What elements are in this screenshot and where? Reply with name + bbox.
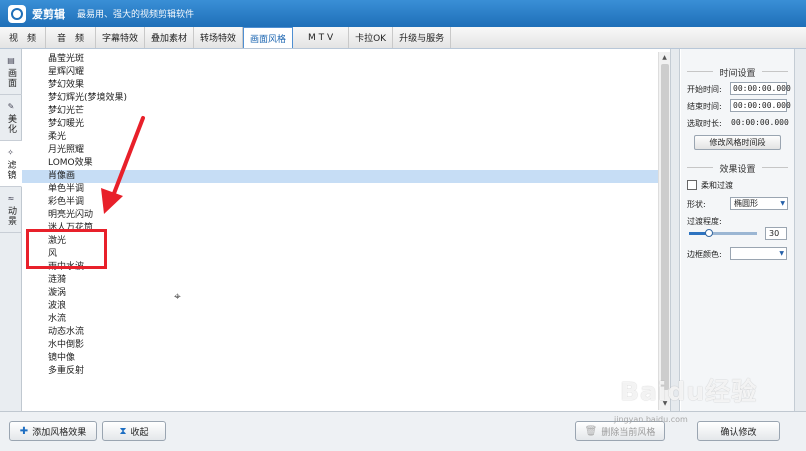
shape-label: 形状: — [687, 200, 706, 209]
list-scrollbar[interactable]: ▲ ▼ — [658, 52, 670, 410]
border-color-select[interactable]: ▼ — [730, 247, 787, 260]
chevron-down-icon: ▼ — [779, 250, 784, 257]
tab-overlay-materials[interactable]: 叠加素材 — [145, 27, 195, 48]
tab-upgrade-service[interactable]: 升级与服务 — [393, 27, 452, 48]
tab-transition-effects[interactable]: 转场特效 — [194, 27, 244, 48]
effect-list: 晶莹光斑 星辉闪耀 梦幻效果 梦幻辉光(梦境效果) 梦幻光芒 梦幻暖光 柔光 月光照耀 LOMO… — [22, 52, 658, 410]
wave-icon: ≈ — [7, 193, 15, 203]
list-item[interactable]: 梦幻效果 — [22, 79, 658, 92]
list-item[interactable]: 梦幻光芒 — [22, 105, 658, 118]
time-settings-heading: 时间设置 — [681, 66, 794, 79]
side-tab-motion[interactable]: ≈ 动景 — [0, 187, 22, 233]
list-item[interactable]: 动态水流 — [22, 326, 658, 339]
start-time-label: 开始时间: — [687, 85, 722, 94]
scroll-up-icon[interactable]: ▲ — [659, 52, 670, 64]
list-item[interactable]: 雨中水波 — [22, 261, 658, 274]
duration-value: 00:00:00.000 — [731, 118, 789, 127]
start-time-input[interactable]: 00:00:00.000 — [730, 82, 791, 95]
tab-karaoke[interactable]: 卡拉OK — [349, 27, 394, 48]
list-item[interactable]: 明亮光闪动 — [22, 209, 658, 222]
screen-icon: ▤ — [7, 55, 15, 65]
tab-subtitle-effects[interactable]: 字幕特效 — [96, 27, 146, 48]
app-logo-icon — [8, 4, 26, 23]
end-time-label: 结束时间: — [687, 102, 722, 111]
list-item[interactable]: 涟漪 — [22, 274, 658, 287]
list-item[interactable]: 水流 — [22, 313, 658, 326]
list-item[interactable]: 镜中像 — [22, 352, 658, 365]
magic-wand-icon: ✎ — [7, 101, 15, 111]
transition-slider-thumb[interactable] — [705, 229, 714, 237]
app-name: 爱剪辑 — [32, 7, 65, 21]
watermark: Baidu经验 jingyan.baidu.com — [614, 377, 758, 424]
border-color-label: 边框颜色: — [687, 250, 722, 259]
highlight-box — [26, 229, 107, 269]
tab-picture-style[interactable]: 画面风格 — [243, 27, 294, 48]
title-bar: 爱剪辑 最易用、强大的视频剪辑软件 — [0, 0, 806, 27]
trash-icon: 🗑 — [584, 425, 598, 437]
list-item[interactable]: 晶莹光斑 — [22, 53, 658, 66]
side-tab-filter[interactable]: ✧ 滤镜 — [0, 141, 22, 187]
list-item[interactable]: 风 — [22, 248, 658, 261]
list-item[interactable]: 月光照耀 — [22, 144, 658, 157]
list-item[interactable]: 梦幻辉光(梦境效果) — [22, 92, 658, 105]
scrollbar-thumb[interactable] — [661, 64, 669, 390]
list-item[interactable]: 多重反射 — [22, 365, 658, 378]
settings-panel: 时间设置 开始时间: 00:00:00.000 结束时间: 00:00:00.0… — [681, 49, 794, 411]
list-item[interactable]: LOMO效果 — [22, 157, 658, 170]
side-tab-beautify[interactable]: ✎ 美化 — [0, 95, 22, 141]
list-item[interactable]: 迷人万花筒 — [22, 222, 658, 235]
hourglass-icon: ⧗ — [119, 425, 127, 437]
side-tab-picture[interactable]: ▤ 画面 — [0, 49, 22, 95]
tab-mtv[interactable]: M T V — [293, 27, 350, 48]
mouse-cursor-icon: ⌖ — [174, 289, 181, 303]
end-time-input[interactable]: 00:00:00.000 — [730, 99, 791, 112]
duration-label: 选取时长: — [687, 119, 722, 128]
transition-slider[interactable] — [689, 229, 757, 237]
list-item[interactable]: 激光 — [22, 235, 658, 248]
list-item[interactable]: 柔光 — [22, 131, 658, 144]
main-menu: 视 频 音 频 字幕特效 叠加素材 转场特效 画面风格 M T V 卡拉OK 升… — [0, 27, 806, 49]
transition-degree-label: 过渡程度: — [687, 217, 722, 226]
side-tab-strip: ▤ 画面 ✎ 美化 ✧ 滤镜 ≈ 动景 — [0, 49, 22, 411]
list-item[interactable]: 星辉闪耀 — [22, 66, 658, 79]
soft-transition-label: 柔和过渡 — [701, 181, 733, 190]
transition-degree-input[interactable]: 30 — [765, 227, 787, 240]
soft-transition-checkbox[interactable] — [687, 180, 697, 190]
effect-settings-heading: 效果设置 — [681, 162, 794, 175]
list-item[interactable]: 梦幻暖光 — [22, 118, 658, 131]
filter-wand-icon: ✧ — [7, 147, 14, 157]
list-item[interactable]: 漩涡 — [22, 287, 658, 300]
add-style-effect-button[interactable]: ✚ 添加风格效果 — [9, 421, 97, 441]
app-slogan: 最易用、强大的视频剪辑软件 — [77, 10, 195, 20]
list-item[interactable]: 彩色半调 — [22, 196, 658, 209]
settings-scrollbar[interactable] — [794, 49, 806, 411]
list-item[interactable]: 水中倒影 — [22, 339, 658, 352]
shape-select[interactable]: 椭圆形 ▼ — [730, 197, 788, 210]
tab-video[interactable]: 视 频 — [0, 27, 46, 48]
list-item[interactable]: 单色半调 — [22, 183, 658, 196]
panel-divider — [670, 49, 680, 411]
add-effect-icon: ✚ — [19, 425, 29, 437]
modify-style-time-button[interactable]: 修改风格时间段 — [694, 135, 781, 150]
tab-audio[interactable]: 音 频 — [46, 27, 96, 48]
list-item[interactable]: 肖像画 — [22, 170, 658, 183]
list-item[interactable]: 波浪 — [22, 300, 658, 313]
collapse-button[interactable]: ⧗ 收起 — [102, 421, 166, 441]
chevron-down-icon: ▼ — [780, 200, 785, 207]
